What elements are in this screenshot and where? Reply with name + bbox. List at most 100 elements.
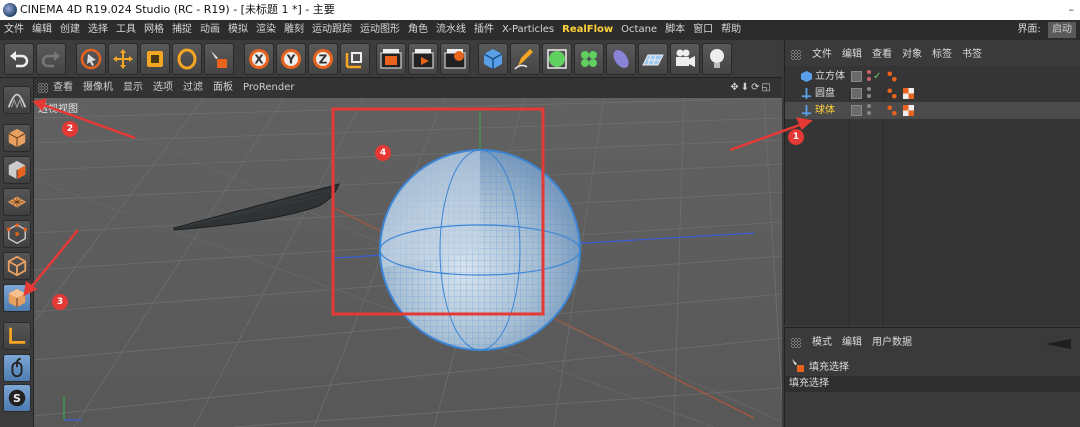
layout-value[interactable]: 启动: [1048, 22, 1076, 38]
menu-pipeline[interactable]: 流水线: [432, 20, 470, 40]
make-editable-button[interactable]: [3, 86, 31, 114]
x-axis-button[interactable]: X: [244, 43, 274, 75]
cube-button[interactable]: [478, 43, 508, 75]
camera-icon: [676, 49, 695, 67]
back-arrow-icon[interactable]: [1045, 339, 1071, 349]
menu-simulate[interactable]: 模拟: [224, 20, 252, 40]
rotate-button[interactable]: [172, 43, 202, 75]
enabled-check-icon[interactable]: ✓: [873, 68, 881, 85]
menu-character[interactable]: 角色: [404, 20, 432, 40]
z-axis-button[interactable]: Z: [308, 43, 338, 75]
render-visibility-dot-icon[interactable]: [867, 77, 871, 81]
om-menu-edit[interactable]: 编辑: [837, 46, 867, 64]
am-menu-user-data[interactable]: 用户数据: [867, 334, 917, 352]
menu-plugins[interactable]: 插件: [470, 20, 498, 40]
menu-sculpt[interactable]: 雕刻: [280, 20, 308, 40]
floor-button[interactable]: [638, 43, 668, 75]
minimize-button[interactable]: –: [1069, 0, 1075, 20]
menu-tools[interactable]: 工具: [112, 20, 140, 40]
deformer-button[interactable]: [606, 43, 636, 75]
camera-button[interactable]: [670, 43, 700, 75]
menu-mesh[interactable]: 网格: [140, 20, 168, 40]
editor-visibility-dot-icon[interactable]: [867, 104, 871, 108]
menu-file[interactable]: 文件: [0, 20, 28, 40]
layer-swatch-icon[interactable]: [851, 71, 862, 82]
edges-mode-button[interactable]: [3, 252, 31, 280]
polygons-mode-button[interactable]: [3, 284, 31, 312]
phong-tag-icon[interactable]: [887, 105, 898, 116]
points-mode-button[interactable]: [3, 220, 31, 248]
menu-render[interactable]: 渲染: [252, 20, 280, 40]
menu-select[interactable]: 选择: [84, 20, 112, 40]
viewport-menu-view[interactable]: 查看: [48, 78, 78, 98]
render-picture-queue-button[interactable]: [408, 43, 438, 75]
snap-button[interactable]: S: [3, 384, 31, 412]
menu-script[interactable]: 脚本: [661, 20, 689, 40]
scale-button[interactable]: [140, 43, 170, 75]
tweak-mode-button[interactable]: [3, 354, 31, 382]
render-settings-button[interactable]: [440, 43, 470, 75]
menu-octane[interactable]: Octane: [617, 20, 661, 40]
redo-button[interactable]: [36, 43, 66, 75]
light-button[interactable]: [702, 43, 732, 75]
om-menu-file[interactable]: 文件: [807, 46, 837, 64]
editor-visibility-dot-icon[interactable]: [867, 70, 871, 74]
om-menu-objects[interactable]: 对象: [897, 46, 927, 64]
coordinate-system-button[interactable]: [340, 43, 370, 75]
viewport-menu-cameras[interactable]: 摄像机: [78, 78, 118, 98]
object-row-sphere[interactable]: 球体: [785, 102, 1080, 119]
render-view-button[interactable]: [376, 43, 406, 75]
attribute-manager: 模式 编辑 用户数据 填充选择 填充选择: [784, 327, 1080, 427]
recent-tools-button[interactable]: [204, 43, 234, 75]
menu-x-particles[interactable]: X-Particles: [498, 20, 558, 40]
render-visibility-dot-icon[interactable]: [867, 94, 871, 98]
viewport-menu-display[interactable]: 显示: [118, 78, 148, 98]
menu-snap[interactable]: 捕捉: [168, 20, 196, 40]
menu-create[interactable]: 创建: [56, 20, 84, 40]
live-select-button[interactable]: [76, 43, 106, 75]
perspective-viewport[interactable]: 透视视图: [34, 98, 782, 427]
sphere-object[interactable]: [379, 149, 581, 351]
model-mode-button[interactable]: [3, 124, 31, 152]
editor-visibility-dot-icon[interactable]: [867, 87, 871, 91]
axis-mode-button[interactable]: [3, 322, 31, 350]
object-row-disc[interactable]: 圆盘: [785, 85, 1080, 102]
viewport-menu-prorender[interactable]: ProRender: [238, 78, 299, 98]
object-row-cube[interactable]: 立方体 ✓: [785, 68, 1080, 85]
menu-edit[interactable]: 编辑: [28, 20, 56, 40]
om-menu-bookmarks[interactable]: 书签: [957, 46, 987, 64]
cloner-button[interactable]: [574, 43, 604, 75]
viewport-menu-options[interactable]: 选项: [148, 78, 178, 98]
object-list: 立方体 ✓ 圆盘 球体: [785, 66, 1080, 351]
material-tag-icon[interactable]: [903, 105, 914, 116]
menu-motion-tracker[interactable]: 运动跟踪: [308, 20, 356, 40]
render-visibility-dot-icon[interactable]: [867, 111, 871, 115]
subdivision-button[interactable]: [542, 43, 572, 75]
menu-window[interactable]: 窗口: [689, 20, 717, 40]
layer-swatch-icon[interactable]: [851, 105, 862, 116]
layout-selector[interactable]: 界面: 启动: [1013, 20, 1076, 40]
om-menu-tags[interactable]: 标签: [927, 46, 957, 64]
menu-realflow[interactable]: RealFlow: [558, 20, 617, 40]
am-menu-mode[interactable]: 模式: [807, 334, 837, 352]
workplane-mode-button[interactable]: [3, 188, 31, 216]
om-menu-view[interactable]: 查看: [867, 46, 897, 64]
texture-mode-button[interactable]: [3, 156, 31, 184]
viewport-navigation-icons[interactable]: ✥⬇⟳◱: [725, 78, 778, 98]
undo-button[interactable]: [4, 43, 34, 75]
am-menu-edit[interactable]: 编辑: [837, 334, 867, 352]
menu-animate[interactable]: 动画: [196, 20, 224, 40]
attribute-section-header[interactable]: 填充选择: [785, 376, 1080, 392]
object-manager: 文件 编辑 查看 对象 标签 书签 立方体 ✓ 圆盘 球体: [784, 40, 1080, 351]
move-button[interactable]: [108, 43, 138, 75]
menu-help[interactable]: 帮助: [717, 20, 745, 40]
viewport-menu-filter[interactable]: 过滤: [178, 78, 208, 98]
pen-button[interactable]: [510, 43, 540, 75]
menu-mograph[interactable]: 运动图形: [356, 20, 404, 40]
y-axis-button[interactable]: Y: [276, 43, 306, 75]
viewport-menu-panel[interactable]: 面板: [208, 78, 238, 98]
material-tag-icon[interactable]: [903, 88, 914, 99]
phong-tag-icon[interactable]: [887, 88, 898, 99]
phong-tag-icon[interactable]: [887, 71, 898, 82]
layer-swatch-icon[interactable]: [851, 88, 862, 99]
